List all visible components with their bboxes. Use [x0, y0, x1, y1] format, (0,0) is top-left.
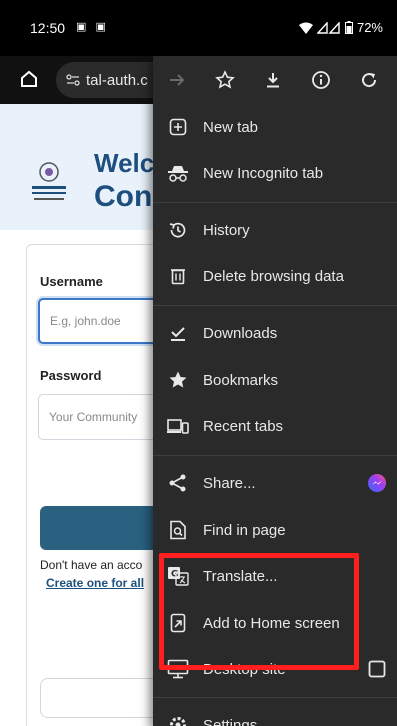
battery-icon [344, 21, 353, 34]
menu-item-delete-browsing-data[interactable]: Delete browsing data [153, 253, 397, 299]
menu-divider [153, 455, 397, 456]
menu-item-label: Recent tabs [203, 417, 284, 435]
signal-icon [316, 21, 341, 34]
status-bar: 12:50 ▣ ▣ 72% [0, 0, 397, 56]
desktop-site-checkbox[interactable] [357, 660, 397, 678]
status-time: 12:50 [30, 20, 66, 36]
no-account-text: Don't have an acco [40, 558, 143, 572]
username-label: Username [40, 274, 103, 289]
menu-item-label: Delete browsing data [203, 267, 344, 285]
menu-item-label: Find in page [203, 521, 286, 539]
menu-item-history[interactable]: History [153, 207, 397, 253]
share-icon [153, 473, 203, 493]
menu-item-recent-tabs[interactable]: Recent tabs [153, 403, 397, 449]
download-icon[interactable] [249, 56, 297, 104]
menu-divider [153, 202, 397, 203]
menu-divider [153, 697, 397, 698]
trash-icon [153, 267, 203, 285]
wifi-icon [298, 22, 313, 34]
battery-percent: 72% [356, 20, 383, 35]
menu-action-row [153, 56, 397, 104]
menu-item-settings[interactable]: Settings [153, 702, 397, 726]
menu-item-label: Settings [203, 716, 258, 726]
menu-item-label: New tab [203, 118, 259, 136]
reload-icon[interactable] [345, 56, 393, 104]
messenger-icon[interactable] [357, 473, 397, 493]
menu-item-new-tab[interactable]: New tab [153, 104, 397, 150]
menu-item-share[interactable]: Share... [153, 460, 397, 506]
plus-square-icon [153, 118, 203, 136]
menu-item-bookmarks[interactable]: Bookmarks [153, 357, 397, 403]
star-filled-icon [153, 370, 203, 390]
password-label: Password [40, 368, 102, 383]
notification-icons: ▣ ▣ [76, 21, 109, 33]
menu-item-label: History [203, 221, 250, 239]
url-text: tal-auth.c [86, 71, 148, 89]
incognito-icon [153, 164, 203, 182]
bookmark-star-icon[interactable] [201, 56, 249, 104]
government-logo [28, 156, 70, 208]
forward-icon[interactable] [153, 56, 201, 104]
history-icon [153, 220, 203, 240]
menu-item-downloads[interactable]: Downloads [153, 310, 397, 356]
gear-icon [153, 715, 203, 726]
info-icon[interactable] [297, 56, 345, 104]
menu-item-new-incognito-tab[interactable]: New Incognito tab [153, 150, 397, 196]
status-right: 72% [298, 20, 383, 35]
home-icon[interactable] [14, 64, 44, 94]
menu-item-label: Bookmarks [203, 371, 279, 389]
menu-item-label: New Incognito tab [203, 164, 324, 182]
find-in-page-icon [153, 520, 203, 540]
create-account-link[interactable]: Create one for all [46, 576, 144, 590]
welcome-heading: Welc [94, 148, 155, 178]
menu-item-label: Share... [203, 474, 256, 492]
menu-divider [153, 305, 397, 306]
highlight-box [159, 553, 359, 670]
menu-item-find-in-page[interactable]: Find in page [153, 507, 397, 553]
welcome-heading-line2: Con [94, 180, 153, 213]
download-done-icon [153, 324, 203, 342]
menu-item-label: Downloads [203, 324, 278, 342]
devices-icon [153, 417, 203, 435]
site-settings-icon[interactable] [66, 74, 80, 86]
